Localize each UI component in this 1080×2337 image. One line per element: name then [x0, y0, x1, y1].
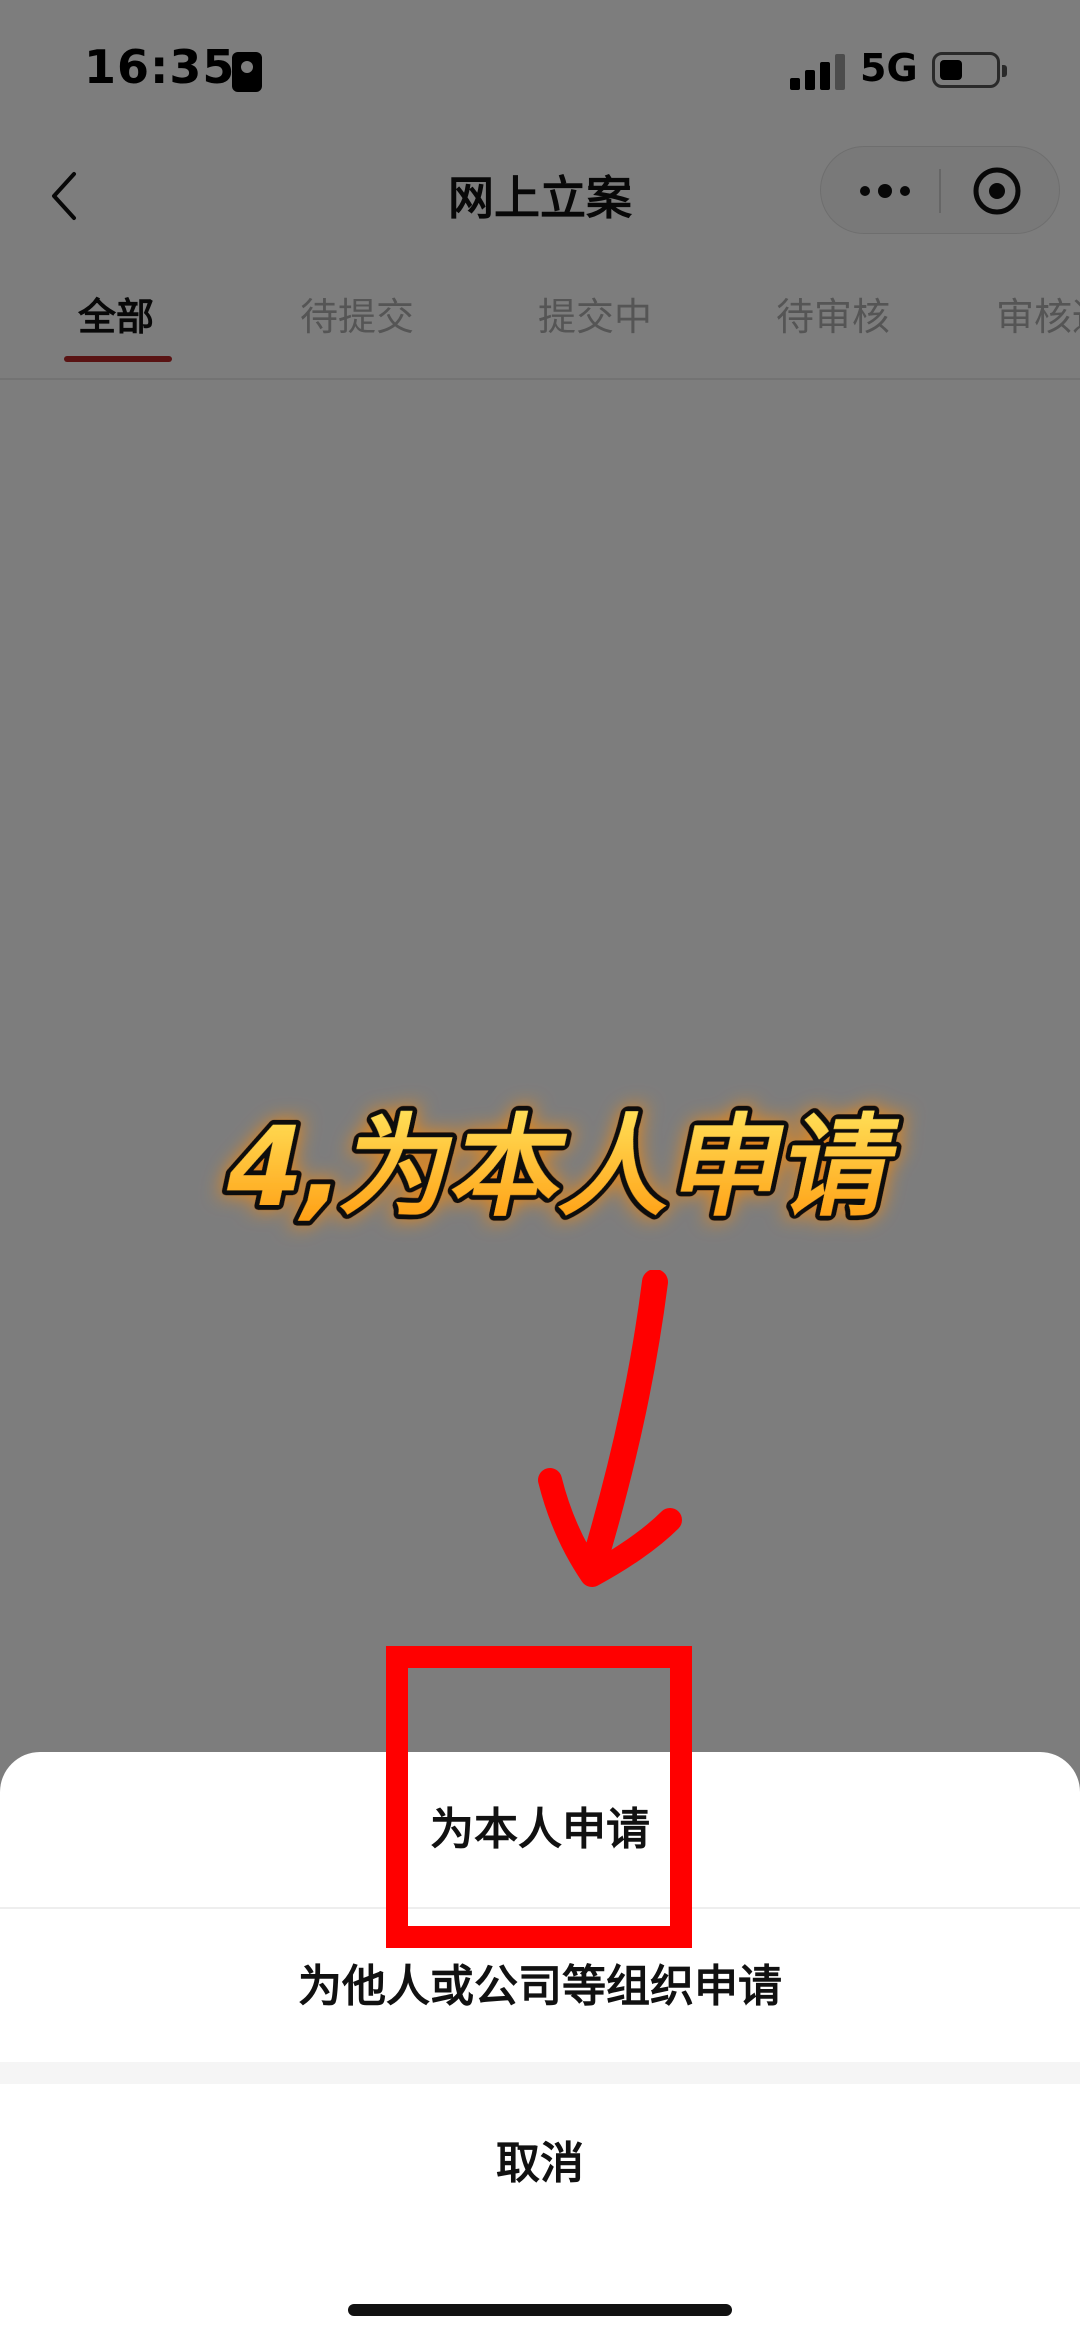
cancel-button[interactable]: 取消 — [0, 2084, 1080, 2244]
red-arrow-icon — [538, 1270, 682, 1587]
callout-label: 4,为本人申请 — [213, 1104, 908, 1232]
divider — [0, 2062, 1080, 2084]
highlight-box — [386, 1646, 692, 1948]
home-indicator — [348, 2304, 732, 2316]
callout-text: 4,为本人申请 — [208, 1099, 913, 1237]
